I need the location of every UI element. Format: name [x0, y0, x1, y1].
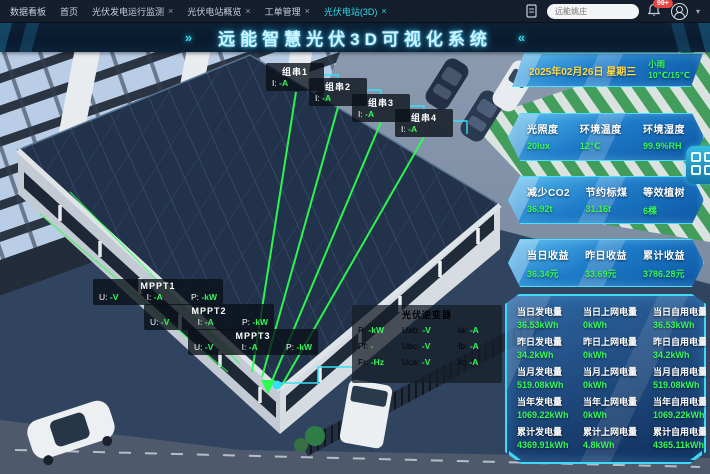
stat-cell: 当日发电量 36.53kWh — [517, 307, 563, 330]
chevron-down-icon[interactable]: ▾ — [696, 7, 700, 16]
weather-text: 小雨 10℃/15℃ — [648, 59, 690, 80]
bush — [305, 426, 325, 446]
date-weather-panel: 2025年02月26日 星期三 小雨 10℃/15℃ — [512, 53, 703, 87]
search-input[interactable] — [546, 3, 639, 19]
income-total: 累计收益 3786.28元 — [643, 251, 685, 279]
stat-cell: 当日自用电量 36.53kWh — [653, 307, 708, 330]
stat-cell: 当月上网电量 0kWh — [583, 367, 638, 390]
stat-cell: 当月发电量 519.08kWh — [517, 367, 564, 390]
stat-cell: 当年上网电量 0kWh — [583, 397, 638, 420]
coal-saved: 节约标煤 31.16t — [585, 188, 628, 214]
income-panel: 当日收益 36.34元 昨日收益 33.69元 累计收益 3786.28元 — [508, 239, 704, 287]
tab-label: 数据看板 — [10, 6, 47, 17]
inverter-panel[interactable]: 光伏逆变器 P: -kW Uab: -V Ia: -A Pf: - Ubc: -… — [352, 305, 502, 383]
close-icon[interactable]: × — [305, 6, 310, 16]
pv-3d-dashboard: 数据看板 首页 光伏发电运行监测 × 光伏电站概览 × 工单管理 × 光伏电站(3D)… — [0, 0, 710, 474]
stat-cell: 昨日上网电量 0kWh — [583, 337, 638, 360]
co2-reduction: 减少CO2 36.92t — [527, 188, 571, 214]
energy-stats-panel: 当日发电量 36.53kWh 当日上网电量 0kWh 当日自用电量 36.53kWh … — [505, 294, 706, 464]
close-icon[interactable]: × — [168, 6, 173, 16]
mppt-name: MPPT3 — [235, 331, 271, 341]
income-today: 当日收益 36.34元 — [527, 251, 569, 279]
decor-left-chevrons-icon: « — [517, 29, 526, 45]
tab-home[interactable]: 首页 — [60, 5, 78, 18]
tab-strip: 数据看板 首页 光伏发电运行监测 × 光伏电站概览 × 工单管理 × 光伏电站(3D)… — [0, 5, 525, 18]
notification-bell[interactable]: 99+ — [647, 0, 673, 19]
connector-node — [272, 380, 282, 390]
env-illuminance: 光照度 20lux — [527, 125, 559, 151]
env-temperature: 环境温度 12℃ — [579, 125, 622, 151]
environment-panel: 光照度 20lux 环境温度 12℃ 环境湿度 99.9%RH — [508, 113, 704, 161]
stat-cell: 当月自用电量 519.08kWh — [653, 367, 708, 390]
string-tag-4[interactable]: 组串4 I: -A — [395, 109, 453, 137]
income-yesterday: 昨日收益 33.69元 — [585, 251, 627, 279]
tab-label: 首页 — [60, 6, 79, 17]
tab-work-orders[interactable]: 工单管理 × — [265, 5, 310, 18]
stat-cell: 累计发电量 4369.91kWh — [517, 427, 569, 450]
stat-cell: 昨日自用电量 34.2kWh — [653, 337, 708, 360]
mppt-name: MPPT2 — [191, 306, 227, 316]
bush — [294, 438, 308, 452]
stat-cell: 昨日发电量 34.2kWh — [517, 337, 563, 360]
apps-grid-icon[interactable] — [686, 146, 710, 184]
trees-equivalent: 等效植树 6棵 — [643, 188, 685, 216]
mppt-tag-1[interactable]: MPPT1 U: -V I: -A P: -kW — [93, 279, 223, 305]
notification-badge: 99+ — [652, 0, 673, 8]
tab-label: 光伏电站概览 — [187, 6, 242, 17]
report-icon[interactable] — [525, 4, 539, 18]
decor-right-chevrons-icon: » — [184, 29, 193, 45]
mppt-tag-3[interactable]: MPPT3 U: -V I: -A P: -kW — [188, 329, 318, 355]
close-icon[interactable]: × — [245, 6, 250, 16]
mppt-name: MPPT1 — [140, 281, 176, 291]
topbar-actions: 99+ ▾ — [525, 0, 710, 20]
string-name: 组串2 — [324, 82, 351, 92]
tab-label: 光伏发电运行监测 — [92, 6, 165, 17]
stat-cell: 累计上网电量 4.8kWh — [583, 427, 638, 450]
top-nav-bar: 数据看板 首页 光伏发电运行监测 × 光伏电站概览 × 工单管理 × 光伏电站(3D)… — [0, 0, 710, 22]
string-name: 组串3 — [367, 98, 394, 108]
tab-label: 工单管理 — [264, 6, 301, 17]
tab-pv-monitor[interactable]: 光伏发电运行监测 × — [92, 5, 173, 18]
tab-data-board[interactable]: 数据看板 — [10, 5, 46, 18]
user-avatar[interactable] — [670, 2, 688, 20]
mppt-tag-2[interactable]: MPPT2 U: -V I: -A P: -kW — [144, 304, 274, 330]
env-humidity: 环境湿度 99.9%RH — [643, 125, 685, 151]
date-text: 2025年02月26日 星期三 — [529, 66, 637, 78]
string-name: 组串4 — [410, 113, 437, 123]
tab-label: 光伏电站(3D) — [323, 6, 378, 17]
stat-cell: 当日上网电量 0kWh — [583, 307, 638, 330]
page-header: » 远能智慧光伏3D可视化系统 « — [0, 22, 710, 52]
page-title: 远能智慧光伏3D可视化系统 — [218, 29, 492, 49]
string-name: 组串1 — [281, 67, 308, 77]
inverter-title: 光伏逆变器 — [401, 310, 452, 320]
tab-pv-3d[interactable]: 光伏电站(3D) × — [324, 5, 387, 18]
stat-cell: 当年发电量 1069.22kWh — [517, 397, 569, 420]
stat-cell: 当年自用电量 1069.22kWh — [653, 397, 708, 420]
tab-pv-overview[interactable]: 光伏电站概览 × — [187, 5, 250, 18]
benefit-panel: 减少CO2 36.92t 节约标煤 31.16t 等效植树 6棵 — [508, 176, 704, 224]
stat-cell: 累计自用电量 4365.11kWh — [653, 427, 708, 450]
close-icon[interactable]: × — [381, 6, 386, 16]
